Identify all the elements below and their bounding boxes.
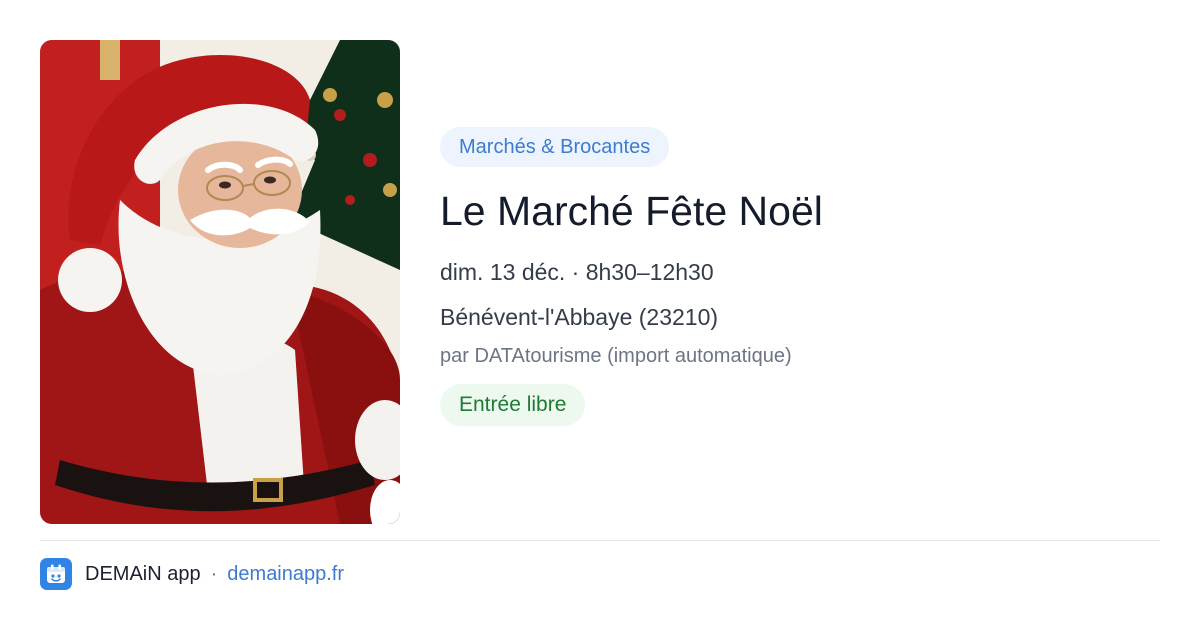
event-info: Marchés & Brocantes Le Marché Fête Noël … (440, 127, 1160, 426)
event-source: par DATAtourisme (import automatique) (440, 345, 792, 367)
app-name: DEMAiN app (85, 562, 201, 585)
footer: DEMAiN app · demainapp.fr (40, 558, 344, 590)
calendar-app-icon[interactable] (40, 558, 72, 590)
app-website-link[interactable]: demainapp.fr (227, 563, 344, 586)
category-badge[interactable]: Marchés & Brocantes (440, 127, 670, 167)
footer-separator: · (210, 562, 218, 585)
event-title: Le Marché Fête Noël (440, 188, 823, 234)
event-datetime: dim. 13 déc. · 8h30–12h30 (440, 259, 714, 285)
event-image (40, 40, 400, 524)
footer-divider (40, 540, 1160, 541)
price-badge: Entrée libre (440, 384, 586, 426)
event-location: Bénévent-l'Abbaye (23210) (440, 304, 719, 330)
santa-claus-illustration (40, 40, 400, 524)
